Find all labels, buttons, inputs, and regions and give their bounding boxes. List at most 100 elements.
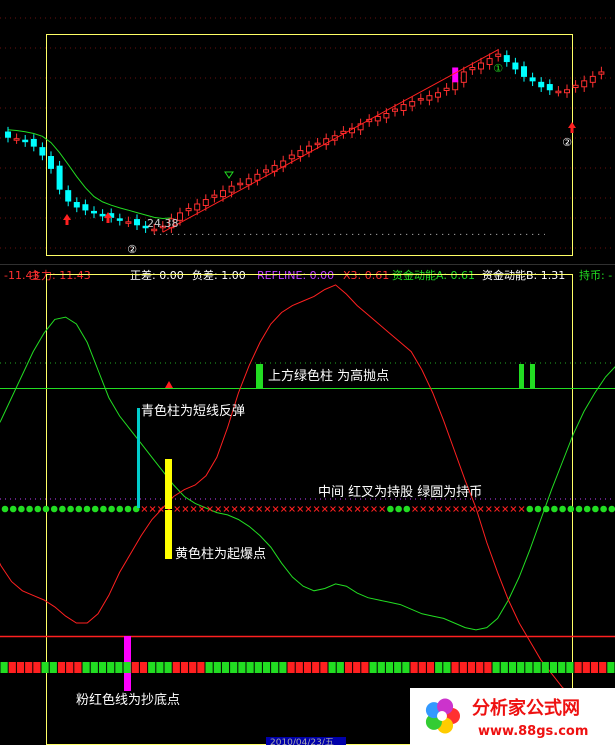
candle-body: [237, 182, 244, 186]
candle-body: [22, 139, 29, 143]
signal-strip-block: [164, 662, 172, 673]
candle-body: [99, 213, 106, 217]
signal-strip-block: [287, 662, 295, 673]
candle-body: [82, 204, 89, 211]
candle-body: [529, 77, 536, 82]
annotation-cyan-bar: 青色柱为短线反弹: [141, 403, 245, 419]
signal-strip-block: [41, 662, 49, 673]
cash-dot-mark: [42, 505, 50, 513]
yellow-bar-bottom: [165, 510, 172, 559]
candle-highlight: [452, 67, 459, 83]
signal-strip-block: [189, 662, 197, 673]
signal-strip-block: [98, 662, 107, 673]
signal-strip-block: [517, 662, 525, 673]
cash-dot-mark: [387, 505, 394, 513]
cash-dot-mark: [100, 505, 107, 513]
cash-dot-mark: [9, 505, 17, 513]
cyan-bar: [137, 408, 140, 508]
signal-strip-block: [451, 662, 459, 673]
candle-body: [30, 138, 37, 147]
candle-body: [409, 101, 416, 107]
status-item: 持币: -: [579, 268, 612, 282]
candle-body: [486, 58, 493, 66]
candle-body: [443, 87, 450, 91]
signal-strip-block: [508, 662, 517, 673]
signal-strip-block: [320, 662, 328, 673]
signal-strip-block: [394, 662, 402, 673]
signal-strip-block: [467, 662, 476, 673]
cash-dot-mark: [26, 505, 33, 513]
signal-strip-block: [582, 662, 590, 673]
watermark-brand: 分析家公式网: [472, 697, 580, 719]
watermark: 分析家公式网 www.88gs.com: [410, 688, 615, 745]
candle-body: [538, 81, 545, 88]
candle-body: [185, 207, 192, 212]
candle-body: [13, 138, 20, 141]
signal-strip-block: [180, 662, 189, 673]
signal-strip-block: [500, 662, 508, 673]
candle-body: [314, 142, 321, 146]
cash-dot-mark: [59, 505, 66, 513]
signal-strip-block: [148, 662, 156, 673]
candle-body: [598, 71, 605, 75]
signal-strip-block: [484, 662, 492, 673]
status-item: X3: 0.61: [343, 269, 389, 282]
flower-logo-center: [437, 711, 447, 721]
cash-dot-mark: [608, 505, 615, 513]
cash-dot-mark: [34, 505, 42, 513]
candle-body: [495, 53, 502, 57]
signal-strip-block: [525, 662, 533, 673]
signal-strip-block: [599, 662, 607, 673]
candle-body: [297, 150, 304, 158]
signal-strip-block: [435, 662, 443, 673]
signal-strip-block: [213, 662, 221, 673]
cash-dot-mark: [50, 505, 58, 513]
signal-strip-block: [221, 662, 230, 673]
signal-strip-block: [336, 662, 344, 673]
annotation-green-bar: 上方绿色柱 为高抛点: [268, 368, 389, 384]
signal-strip-block: [295, 662, 303, 673]
candle-body: [400, 104, 407, 112]
cash-dot-mark: [108, 505, 115, 513]
marker-2-right: ②: [562, 136, 572, 149]
signal-strip-block: [82, 662, 90, 673]
signal-strip-block: [385, 662, 394, 673]
candle-body: [478, 62, 484, 70]
cash-dot-mark: [551, 505, 558, 513]
cash-dot-mark: [116, 505, 124, 513]
signal-strip-block: [312, 662, 320, 673]
candle-body: [125, 221, 132, 224]
candle-body: [572, 84, 579, 89]
candle-body: [202, 199, 209, 206]
signal-strip-block: [476, 662, 484, 673]
cash-dot-mark: [592, 505, 599, 513]
cash-dot-mark: [403, 505, 411, 513]
stock-chart: 24.38①②②-11.43主力: 11.43 正差: 0.00 负差: 1.00 R…: [0, 0, 615, 745]
signal-strip-block: [279, 662, 287, 673]
signal-strip-block: [238, 662, 246, 673]
green-bar: [530, 364, 535, 388]
signal-strip-block: [172, 662, 180, 673]
cash-dot-mark: [534, 505, 542, 513]
yellow-bar-top: [165, 459, 172, 509]
cash-dot-mark: [567, 505, 575, 513]
signal-strip-block: [590, 662, 599, 673]
signal-strip-block: [607, 662, 615, 673]
signal-strip-block: [328, 662, 336, 673]
signal-strip-block: [558, 662, 566, 673]
status-item: REFLINE: 0.00: [257, 269, 334, 282]
cash-dot-mark: [583, 505, 591, 513]
signal-strip-block: [156, 662, 164, 673]
cash-dot-mark: [526, 505, 534, 513]
signal-strip-block: [541, 662, 549, 673]
signal-strip-block: [303, 662, 312, 673]
signal-strip-block: [262, 662, 271, 673]
signal-strip-block: [410, 662, 418, 673]
signal-strip-block: [115, 662, 123, 673]
green-bar: [256, 364, 263, 388]
candle-body: [48, 156, 54, 169]
signal-strip-block: [57, 662, 66, 673]
signal-strip-block: [49, 662, 57, 673]
candle-body: [503, 55, 510, 63]
signal-strip-block: [402, 662, 410, 673]
